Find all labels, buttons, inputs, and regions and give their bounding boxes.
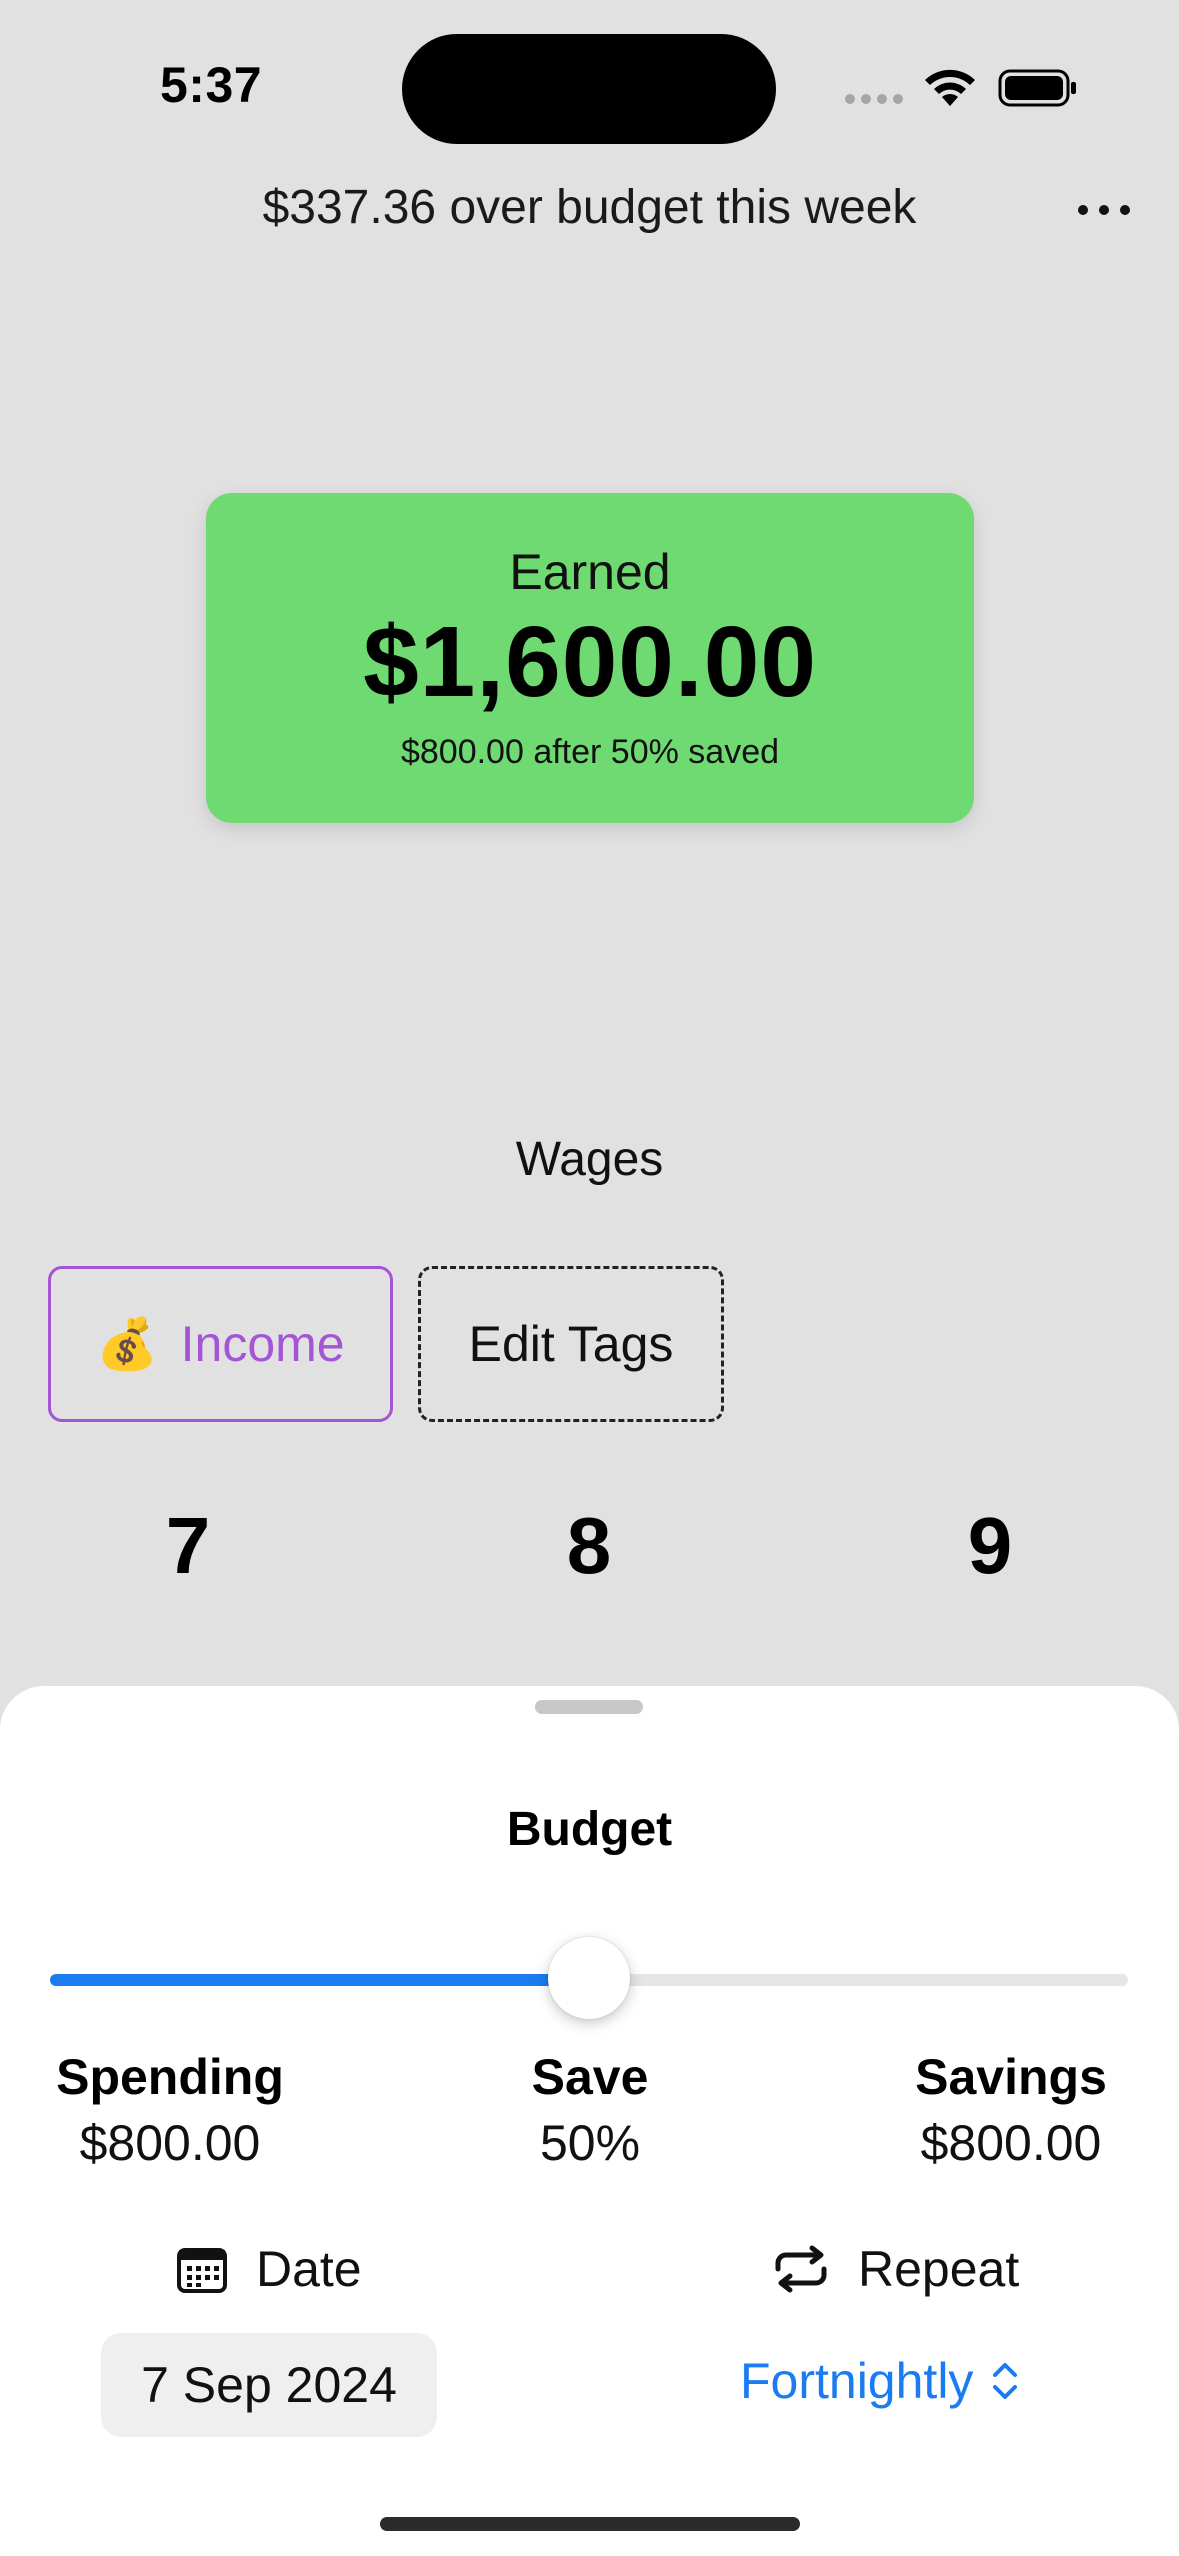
keypad-key-9[interactable]: 9 — [910, 1500, 1070, 1592]
repeat-icon — [775, 2245, 827, 2293]
save-value: 50% — [539, 2115, 641, 2171]
budget-status-title: $337.36 over budget this week — [262, 181, 917, 234]
repeat-value: Fortnightly — [740, 2353, 974, 2409]
tag-income-label: Income — [180, 1316, 345, 1372]
ellipsis-dot — [1099, 205, 1109, 215]
category-label[interactable]: Wages — [0, 1132, 1179, 1187]
tag-income[interactable]: 💰 Income — [48, 1266, 393, 1422]
spending-label: Spending — [56, 2049, 284, 2105]
date-label: Date — [256, 2241, 362, 2297]
earned-amount-card[interactable]: Earned $1,600.00 $800.00 after 50% saved — [206, 493, 974, 823]
earned-label: Earned — [509, 544, 671, 600]
status-time: 5:37 — [160, 57, 263, 113]
keypad-key-7[interactable]: 7 — [108, 1500, 268, 1592]
chevron-up-down-icon — [993, 2363, 1018, 2399]
sheet-title: Budget — [506, 1803, 673, 1856]
ellipsis-dot — [1078, 205, 1088, 215]
earned-amount: $1,600.00 — [363, 606, 817, 718]
save-slider-thumb[interactable] — [548, 1937, 630, 2019]
repeat-label: Repeat — [858, 2241, 1020, 2297]
keypad-key-8[interactable]: 8 — [509, 1500, 669, 1592]
repeat-frequency-select[interactable]: Fortnightly — [740, 2352, 1021, 2410]
save-label: Save — [531, 2049, 649, 2105]
date-field-label: Date — [176, 2240, 362, 2298]
calendar-icon — [177, 2248, 227, 2293]
sheet-grabber[interactable] — [535, 1700, 643, 1714]
savings-label: Savings — [915, 2049, 1107, 2105]
battery-icon — [998, 69, 1076, 107]
money-bag-icon: 💰 — [96, 1315, 159, 1372]
save-slider-fill — [50, 1974, 589, 1986]
spending-value: $800.00 — [79, 2115, 261, 2171]
home-indicator[interactable] — [380, 2517, 800, 2531]
edit-tags-button[interactable]: Edit Tags — [418, 1266, 724, 1422]
savings-value: $800.00 — [920, 2115, 1102, 2171]
earned-after-savings: $800.00 after 50% saved — [400, 733, 780, 771]
wifi-icon — [925, 69, 975, 106]
date-picker-button[interactable]: 7 Sep 2024 — [101, 2333, 437, 2437]
cellular-signal-icon — [845, 94, 905, 106]
dynamic-island — [402, 34, 776, 144]
repeat-field-label: Repeat — [772, 2240, 1019, 2298]
ellipsis-dot — [1120, 205, 1130, 215]
more-options-button[interactable] — [1070, 190, 1138, 230]
